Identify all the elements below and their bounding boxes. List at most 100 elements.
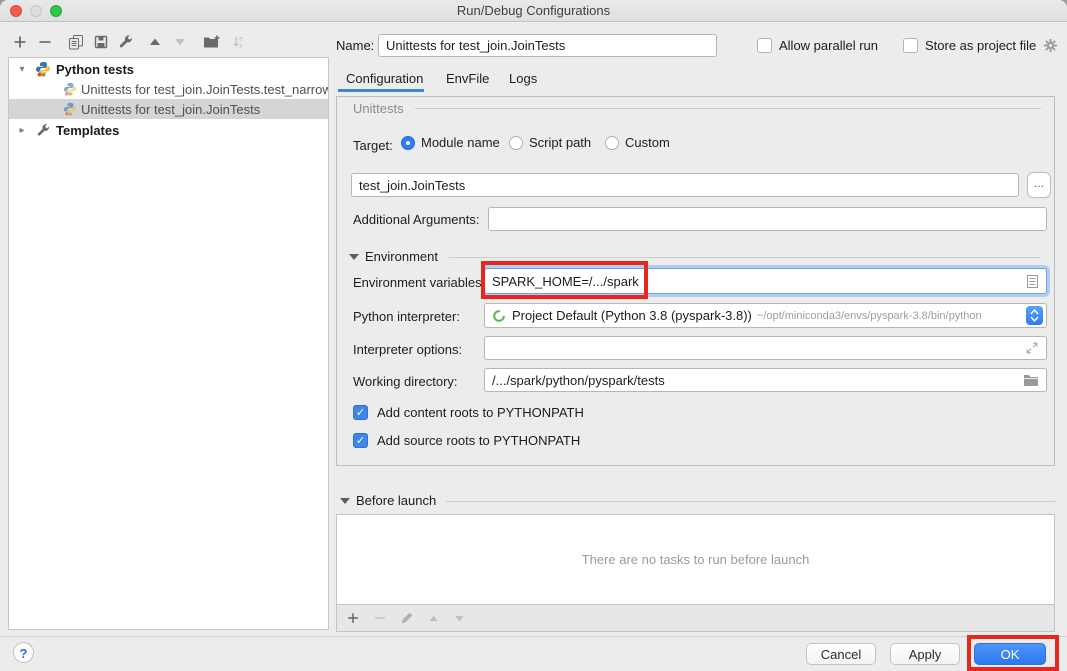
before-launch-task-list[interactable]: There are no tasks to run before launch xyxy=(336,514,1055,605)
svg-text:z: z xyxy=(239,43,242,50)
minimize-window-button[interactable] xyxy=(30,5,42,17)
name-label: Name: xyxy=(336,38,374,53)
custom-radio[interactable] xyxy=(605,136,619,150)
add-content-roots-label: Add content roots to PYTHONPATH xyxy=(377,405,584,420)
add-content-roots-checkbox-row[interactable]: ✓ Add content roots to PYTHONPATH xyxy=(353,405,584,420)
name-value: Unittests for test_join.JoinTests xyxy=(386,38,565,53)
add-configuration-icon[interactable] xyxy=(12,34,28,50)
tree-node-templates[interactable]: ▸ Templates xyxy=(9,120,328,140)
move-down-icon xyxy=(172,34,188,50)
copy-configuration-icon[interactable] xyxy=(68,34,84,50)
titlebar: Run/Debug Configurations xyxy=(0,0,1067,22)
move-task-down-icon xyxy=(453,612,466,625)
check-icon: ✓ xyxy=(356,435,365,447)
configurations-toolbar: az xyxy=(12,34,246,50)
tree-node-label: Unittests for test_join.JoinTests.test_n… xyxy=(81,82,328,97)
group-divider xyxy=(449,257,1041,258)
script-path-radio-label: Script path xyxy=(529,135,591,150)
additional-arguments-input[interactable] xyxy=(488,207,1047,231)
add-content-roots-checkbox[interactable]: ✓ xyxy=(353,405,368,420)
add-source-roots-checkbox-row[interactable]: ✓ Add source roots to PYTHONPATH xyxy=(353,433,580,448)
python-interpreter-path: ~/opt/miniconda3/envs/pyspark-3.8/bin/py… xyxy=(757,310,982,322)
chevron-right-icon[interactable]: ▸ xyxy=(15,125,29,136)
help-button[interactable]: ? xyxy=(13,642,34,663)
store-as-project-file-checkbox[interactable] xyxy=(903,38,918,53)
tab-envfile[interactable]: EnvFile xyxy=(446,71,489,86)
target-label: Target: xyxy=(353,138,393,153)
allow-parallel-run-label: Allow parallel run xyxy=(779,38,878,53)
allow-parallel-run-checkbox-row[interactable]: Allow parallel run xyxy=(757,38,878,53)
custom-radio-label: Custom xyxy=(625,135,670,150)
environment-section-title[interactable]: Environment xyxy=(365,249,438,264)
expand-variables-list-icon[interactable] xyxy=(1026,274,1039,289)
tree-node-label: Python tests xyxy=(56,62,134,77)
tree-node-python-tests[interactable]: ▾ Python tests xyxy=(9,59,328,79)
collapse-environment-icon[interactable] xyxy=(349,253,359,261)
remove-task-icon xyxy=(373,611,387,625)
python-interpreter-select[interactable]: Project Default (Python 3.8 (pyspark-3.8… xyxy=(484,303,1047,328)
active-tab-underline xyxy=(338,89,424,92)
module-name-input[interactable]: test_join.JoinTests xyxy=(351,173,1019,197)
window-title: Run/Debug Configurations xyxy=(0,0,1067,22)
close-window-button[interactable] xyxy=(10,5,22,17)
working-directory-input[interactable]: /.../spark/python/pyspark/tests xyxy=(484,368,1047,392)
apply-button[interactable]: Apply xyxy=(890,643,960,665)
move-up-icon[interactable] xyxy=(147,34,163,50)
environment-variables-input[interactable]: SPARK_HOME=/.../spark xyxy=(484,268,1047,294)
python-test-icon xyxy=(63,102,77,116)
target-custom-radio-row[interactable]: Custom xyxy=(605,135,670,150)
collapse-before-launch-icon[interactable] xyxy=(340,497,350,505)
dropdown-stepper-icon[interactable] xyxy=(1026,306,1043,325)
working-directory-label: Working directory: xyxy=(353,374,458,389)
store-as-project-file-label: Store as project file xyxy=(925,38,1036,53)
before-launch-toolbar xyxy=(336,605,1055,632)
cancel-button[interactable]: Cancel xyxy=(806,643,876,665)
folder-icon[interactable] xyxy=(1023,374,1039,387)
group-divider xyxy=(446,501,1055,502)
python-interpreter-label: Python interpreter: xyxy=(353,309,460,324)
group-divider xyxy=(415,108,1041,109)
templates-wrench-icon xyxy=(36,123,51,138)
ok-button[interactable]: OK xyxy=(974,643,1046,665)
module-name-radio[interactable] xyxy=(401,136,415,150)
interpreter-options-label: Interpreter options: xyxy=(353,342,462,357)
target-module-name-radio-row[interactable]: Module name xyxy=(401,135,500,150)
additional-arguments-label: Additional Arguments: xyxy=(353,212,479,227)
edit-templates-wrench-icon[interactable] xyxy=(118,34,134,50)
add-source-roots-label: Add source roots to PYTHONPATH xyxy=(377,433,580,448)
zoom-window-button[interactable] xyxy=(50,5,62,17)
name-input[interactable]: Unittests for test_join.JoinTests xyxy=(378,34,717,57)
before-launch-empty-text: There are no tasks to run before launch xyxy=(582,552,810,567)
new-folder-icon[interactable] xyxy=(203,34,221,50)
sort-alphabetically-icon: az xyxy=(230,34,246,50)
python-tests-icon xyxy=(35,61,51,77)
save-configuration-icon[interactable] xyxy=(93,34,109,50)
conda-environment-icon xyxy=(492,309,506,323)
unittests-group-label: Unittests xyxy=(353,101,404,116)
python-interpreter-value: Project Default (Python 3.8 (pyspark-3.8… xyxy=(512,308,752,323)
expand-field-icon[interactable] xyxy=(1025,341,1039,355)
working-directory-value: /.../spark/python/pyspark/tests xyxy=(492,373,665,388)
remove-configuration-icon[interactable] xyxy=(37,34,53,50)
gear-icon[interactable] xyxy=(1043,38,1058,53)
environment-variables-value: SPARK_HOME=/.../spark xyxy=(492,274,639,289)
tab-configuration[interactable]: Configuration xyxy=(346,71,423,86)
tree-node-label: Templates xyxy=(56,123,119,138)
module-name-radio-label: Module name xyxy=(421,135,500,150)
store-as-project-file-checkbox-row[interactable]: Store as project file xyxy=(903,38,1058,53)
target-script-path-radio-row[interactable]: Script path xyxy=(509,135,591,150)
tab-logs[interactable]: Logs xyxy=(509,71,537,86)
python-test-icon xyxy=(63,82,77,96)
before-launch-section-title[interactable]: Before launch xyxy=(356,493,436,508)
allow-parallel-run-checkbox[interactable] xyxy=(757,38,772,53)
add-source-roots-checkbox[interactable]: ✓ xyxy=(353,433,368,448)
browse-button[interactable]: ... xyxy=(1027,172,1051,198)
tree-node-unittest-narrow[interactable]: Unittests for test_join.JoinTests.test_n… xyxy=(9,79,328,99)
tree-node-unittest-selected[interactable]: Unittests for test_join.JoinTests xyxy=(9,99,328,119)
run-debug-configurations-dialog: Run/Debug Configurations az ▾ Python tes… xyxy=(0,0,1067,671)
chevron-down-icon[interactable]: ▾ xyxy=(15,64,29,75)
move-task-up-icon xyxy=(427,612,440,625)
interpreter-options-input[interactable] xyxy=(484,336,1047,360)
script-path-radio[interactable] xyxy=(509,136,523,150)
add-task-icon[interactable] xyxy=(346,611,360,625)
